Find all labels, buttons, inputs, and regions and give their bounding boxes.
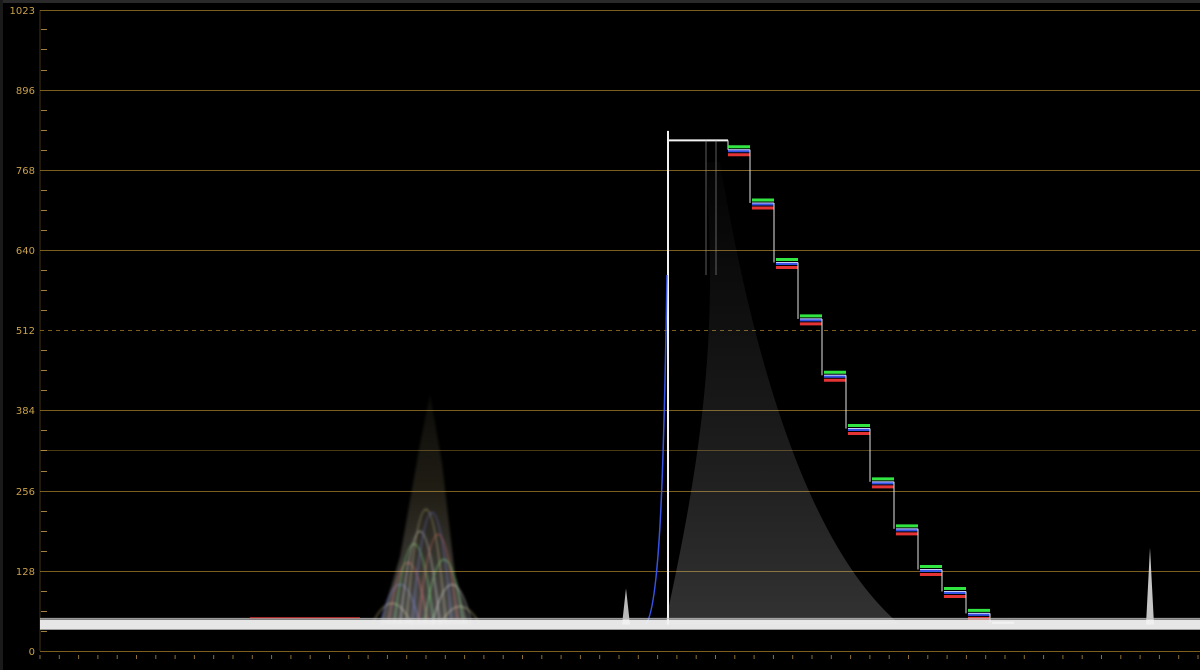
y-tick-label-1023: 1023 [10,6,35,17]
y-tick-label-896: 896 [16,86,35,97]
trace-haze [665,162,900,625]
waveform-trace [40,130,1200,630]
plateau-blue-edge [644,275,668,626]
y-axis-labels: 1023 896 768 640 512 384 256 128 0 [10,6,35,658]
y-tick-label-768: 768 [16,166,35,177]
cluster-fill [380,394,470,625]
graticule [39,10,1200,652]
y-tick-label-0: 0 [29,647,35,658]
y-tick-label-640: 640 [16,246,35,257]
y-tick-label-512: 512 [16,326,35,337]
waveform-graph: 1023 896 768 640 512 384 256 128 0 [10,6,1200,659]
y-tick-label-256: 256 [16,487,35,498]
floor-band [40,619,1200,630]
minor-ticks [39,29,1199,659]
top-edge [0,0,1200,3]
y-tick-label-128: 128 [16,567,35,578]
right-spike [1146,547,1154,625]
left-edge [0,0,3,670]
y-tick-label-384: 384 [16,406,35,417]
left-cluster [371,394,481,625]
waveform-scope: 1023 896 768 640 512 384 256 128 0 [0,0,1200,670]
